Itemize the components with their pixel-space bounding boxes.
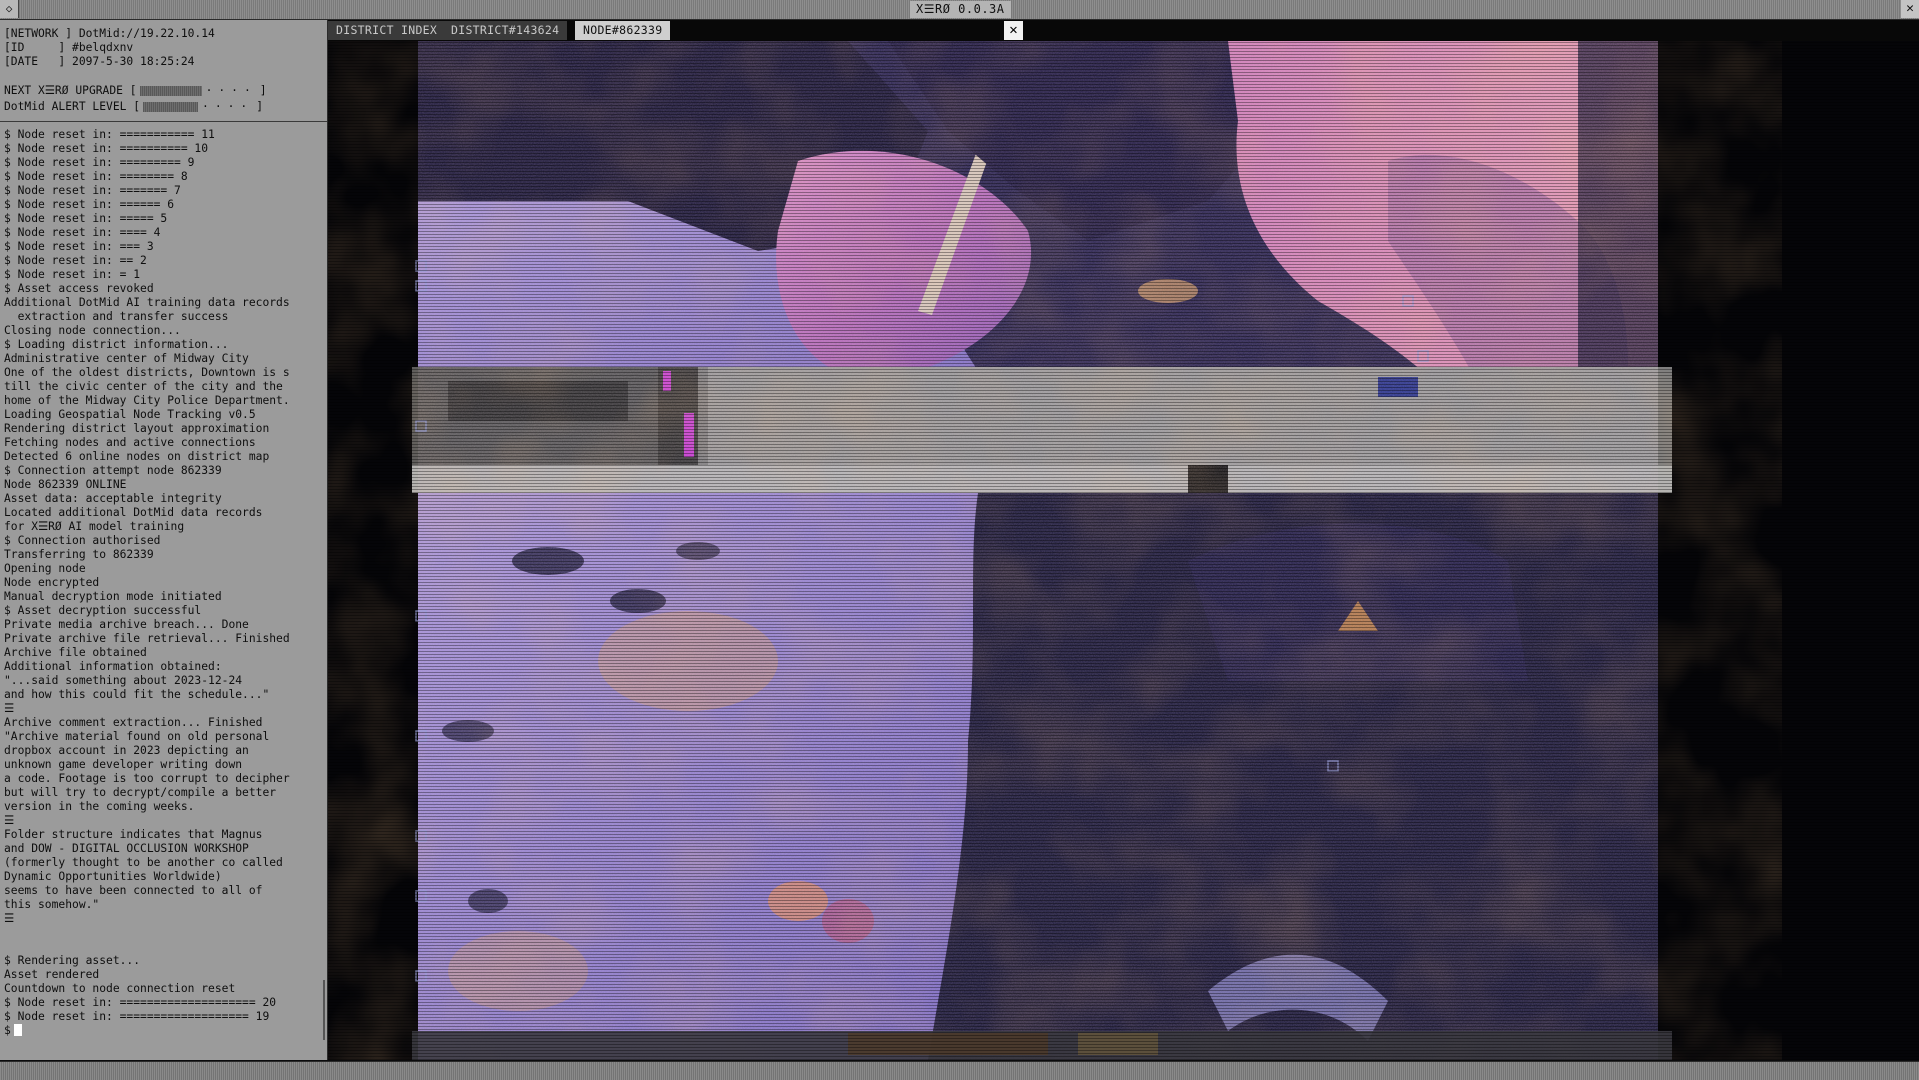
terminal-log-line: Opening node xyxy=(4,562,86,575)
status-header: [NETWORK ] DotMid://19.22.10.14 [ID ] #b… xyxy=(0,20,327,115)
prompt-symbol: $ xyxy=(4,1024,11,1037)
terminal-cursor xyxy=(13,1024,22,1036)
terminal-log-line: $ Node reset in: ====== 6 xyxy=(4,198,175,211)
terminal-log-line: and DOW - DIGITAL OCCLUSION WORKSHOP xyxy=(4,842,249,855)
terminal-log-line: Archive file obtained xyxy=(4,646,147,659)
terminal-log-line: Additional information obtained: xyxy=(4,660,222,673)
terminal-log-line: ☰ xyxy=(4,702,15,715)
id-status: [ID ] #belqdxnv xyxy=(4,41,134,54)
terminal-log-line: $ Node reset in: == 2 xyxy=(4,254,147,267)
terminal-log-line: Administrative center of Midway City xyxy=(4,352,249,365)
terminal-log-line: $ Node reset in: =================== 19 xyxy=(4,1010,270,1023)
alert-meter-label: DotMid ALERT LEVEL [ xyxy=(4,100,141,113)
terminal-log-line: Rendering district layout approximation xyxy=(4,422,270,435)
terminal-log-line: $ Rendering asset... xyxy=(4,954,141,967)
terminal-log-line: Private archive file retrieval... Finish… xyxy=(4,632,290,645)
window-menu-icon[interactable]: ◇ xyxy=(0,0,19,18)
terminal-log-line: but will try to decrypt/compile a better xyxy=(4,786,277,799)
terminal-log-line: Dynamic Opportunities Worldwide) xyxy=(4,870,222,883)
terminal-log-line: $ Connection attempt node 862339 xyxy=(4,464,222,477)
terminal-log-line: "...said something about 2023-12-24 xyxy=(4,674,243,687)
upgrade-meter-dots: ···· xyxy=(205,84,257,97)
terminal-log-line: $ Node reset in: ======= 7 xyxy=(4,184,181,197)
tab-close-icon[interactable]: ✕ xyxy=(1004,21,1023,40)
upgrade-meter-label: NEXT X☰RØ UPGRADE [ xyxy=(4,84,137,97)
alert-meter-dots: ···· xyxy=(202,100,254,113)
terminal-log-line: this somehow." xyxy=(4,898,100,911)
terminal-scrollbar[interactable] xyxy=(323,980,325,1040)
terminal-log-line: $ Node reset in: ========= 9 xyxy=(4,156,195,169)
terminal-log-line: Node encrypted xyxy=(4,576,100,589)
terminal-log-line: Loading Geospatial Node Tracking v0.5 xyxy=(4,408,256,421)
terminal-log-line: Asset rendered xyxy=(4,968,100,981)
terminal-log-line: ☰ xyxy=(4,912,15,925)
alert-meter-bar: ···· xyxy=(143,100,253,114)
terminal-log-line: $ Node reset in: === 3 xyxy=(4,240,154,253)
terminal-log-line: Archive comment extraction... Finished xyxy=(4,716,263,729)
terminal-log-line: till the civic center of the city and th… xyxy=(4,380,283,393)
tab-node-862339[interactable]: NODE#862339 xyxy=(575,21,671,40)
alert-meter-close: ] xyxy=(256,100,264,113)
terminal-log-line: Folder structure indicates that Magnus xyxy=(4,828,263,841)
terminal-log-line: a code. Footage is too corrupt to deciph… xyxy=(4,772,290,785)
terminal-log-line: Manual decryption mode initiated xyxy=(4,590,222,603)
terminal-log-line: Located additional DotMid data records xyxy=(4,506,263,519)
terminal-log-line: $ Asset access revoked xyxy=(4,282,154,295)
terminal-log-line: $ Asset decryption successful xyxy=(4,604,202,617)
terminal-log-line: $ Node reset in: ==================== 20 xyxy=(4,996,277,1009)
terminal-log-line: seems to have been connected to all of xyxy=(4,884,263,897)
terminal-log-line: $ Node reset in: =========== 11 xyxy=(4,128,215,141)
terminal-log-line: $ Node reset in: = 1 xyxy=(4,268,141,281)
tab-district-143624[interactable]: DISTRICT#143624 xyxy=(443,21,568,40)
terminal-log-line: $ Node reset in: ========== 10 xyxy=(4,142,209,155)
terminal-log-line: Private media archive breach... Done xyxy=(4,618,249,631)
window-close-icon[interactable]: ✕ xyxy=(1901,0,1919,18)
terminal-log-line: Countdown to node connection reset xyxy=(4,982,236,995)
terminal-log-line: "Archive material found on old personal xyxy=(4,730,270,743)
terminal-log-line: and how this could fit the schedule..." xyxy=(4,688,270,701)
terminal-log-line: $ Node reset in: ===== 5 xyxy=(4,212,168,225)
terminal-prompt[interactable]: $ xyxy=(4,1024,323,1038)
terminal-log-line xyxy=(4,940,323,954)
terminal-log-line xyxy=(4,926,323,940)
terminal-log[interactable]: $ Node reset in: =========== 11 $ Node re… xyxy=(0,128,327,1038)
window-title: X☰RØ 0.0.3A xyxy=(910,1,1011,18)
terminal-log-line: Detected 6 online nodes on district map xyxy=(4,450,270,463)
terminal-log-line: $ Node reset in: ======== 8 xyxy=(4,170,188,183)
terminal-log-line: $ Node reset in: ==== 4 xyxy=(4,226,161,239)
glitched-asset-image xyxy=(412,41,1672,1060)
asset-viewport xyxy=(328,41,1919,1060)
terminal-divider xyxy=(0,121,327,122)
terminal-log-line: for X☰RØ AI model training xyxy=(4,520,185,533)
alert-meter: DotMid ALERT LEVEL [ ···· ] xyxy=(4,99,323,115)
terminal-log-line: $ Loading district information... xyxy=(4,338,229,351)
network-status: [NETWORK ] DotMid://19.22.10.14 xyxy=(4,27,215,40)
upgrade-meter-bar: ···· xyxy=(139,84,257,98)
terminal-log-line: Node 862339 ONLINE xyxy=(4,478,127,491)
title-bar: ◇ X☰RØ 0.0.3A ✕ xyxy=(0,0,1919,20)
terminal-log-line: Fetching nodes and active connections xyxy=(4,436,256,449)
upgrade-meter: NEXT X☰RØ UPGRADE [ ···· ] xyxy=(4,83,323,99)
terminal-log-line: home of the Midway City Police Departmen… xyxy=(4,394,290,407)
terminal-log-line: ☰ xyxy=(4,814,15,827)
status-bar xyxy=(0,1061,1919,1080)
tab-bar: DISTRICT INDEX DISTRICT#143624 NODE#8623… xyxy=(328,20,1919,41)
terminal-log-line: extraction and transfer success xyxy=(4,310,229,323)
terminal-log-line: $ Connection authorised xyxy=(4,534,161,547)
terminal-log-line: dropbox account in 2023 depicting an xyxy=(4,744,249,757)
tab-district-index[interactable]: DISTRICT INDEX xyxy=(328,21,446,40)
terminal-log-line: One of the oldest districts, Downtown is… xyxy=(4,366,290,379)
terminal-log-line: Closing node connection... xyxy=(4,324,181,337)
terminal-log-line: Asset data: acceptable integrity xyxy=(4,492,222,505)
terminal-log-line: version in the coming weeks. xyxy=(4,800,195,813)
terminal-log-line: unknown game developer writing down xyxy=(4,758,243,771)
upgrade-meter-fill xyxy=(139,86,202,96)
alert-meter-fill xyxy=(143,102,199,112)
terminal-log-line: Additional DotMid AI training data recor… xyxy=(4,296,290,309)
terminal-panel: [NETWORK ] DotMid://19.22.10.14 [ID ] #b… xyxy=(0,20,329,1060)
upgrade-meter-close: ] xyxy=(259,84,267,97)
terminal-log-line: (formerly thought to be another co calle… xyxy=(4,856,283,869)
date-status: [DATE ] 2097-5-30 18:25:24 xyxy=(4,55,195,68)
terminal-log-line: Transferring to 862339 xyxy=(4,548,154,561)
